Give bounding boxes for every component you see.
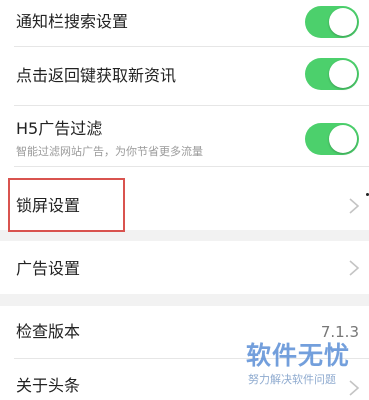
back-refresh-toggle[interactable] [305, 58, 359, 90]
toggle-knob [329, 125, 357, 153]
watermark-title: 软件无忧 [246, 341, 351, 370]
toggle-knob [329, 60, 357, 88]
settings-sublabel-h5-ad-filter: 智能过滤网站广告，为你节省更多流量 [16, 145, 203, 158]
chevron-right-icon [349, 260, 360, 276]
settings-row-notify-search[interactable]: 通知栏搜索设置 [0, 0, 369, 46]
version-value: 7.1.3 [320, 323, 359, 341]
settings-label-about: 关于头条 [16, 376, 81, 395]
watermark-subtitle: 努力解决软件问题 [248, 373, 336, 386]
settings-label-notify-search: 通知栏搜索设置 [16, 12, 129, 31]
settings-row-ad-settings[interactable]: 广告设置 [0, 241, 369, 294]
highlight-box [8, 178, 125, 232]
chevron-right-icon [349, 198, 360, 214]
toggle-knob [329, 8, 357, 36]
settings-group-ads: 广告设置 [0, 241, 369, 294]
settings-screen: 通知栏搜索设置 点击返回键获取新资讯 H5广告过滤 智能过滤网站广告，为你节省更… [0, 0, 369, 400]
settings-label-h5-ad-filter: H5广告过滤 [16, 119, 103, 138]
h5-ad-filter-toggle[interactable] [305, 123, 359, 155]
settings-label-back-refresh: 点击返回键获取新资讯 [16, 66, 177, 85]
settings-row-h5-ad-filter[interactable]: H5广告过滤 智能过滤网站广告，为你节省更多流量 [0, 106, 369, 166]
settings-label-ad-settings: 广告设置 [16, 259, 81, 278]
notify-search-toggle[interactable] [305, 6, 359, 38]
settings-label-check-version: 检查版本 [16, 322, 81, 341]
settings-row-back-refresh[interactable]: 点击返回键获取新资讯 [0, 47, 369, 105]
watermark-logo: 软件无忧 努力解决软件问题 [246, 342, 366, 394]
